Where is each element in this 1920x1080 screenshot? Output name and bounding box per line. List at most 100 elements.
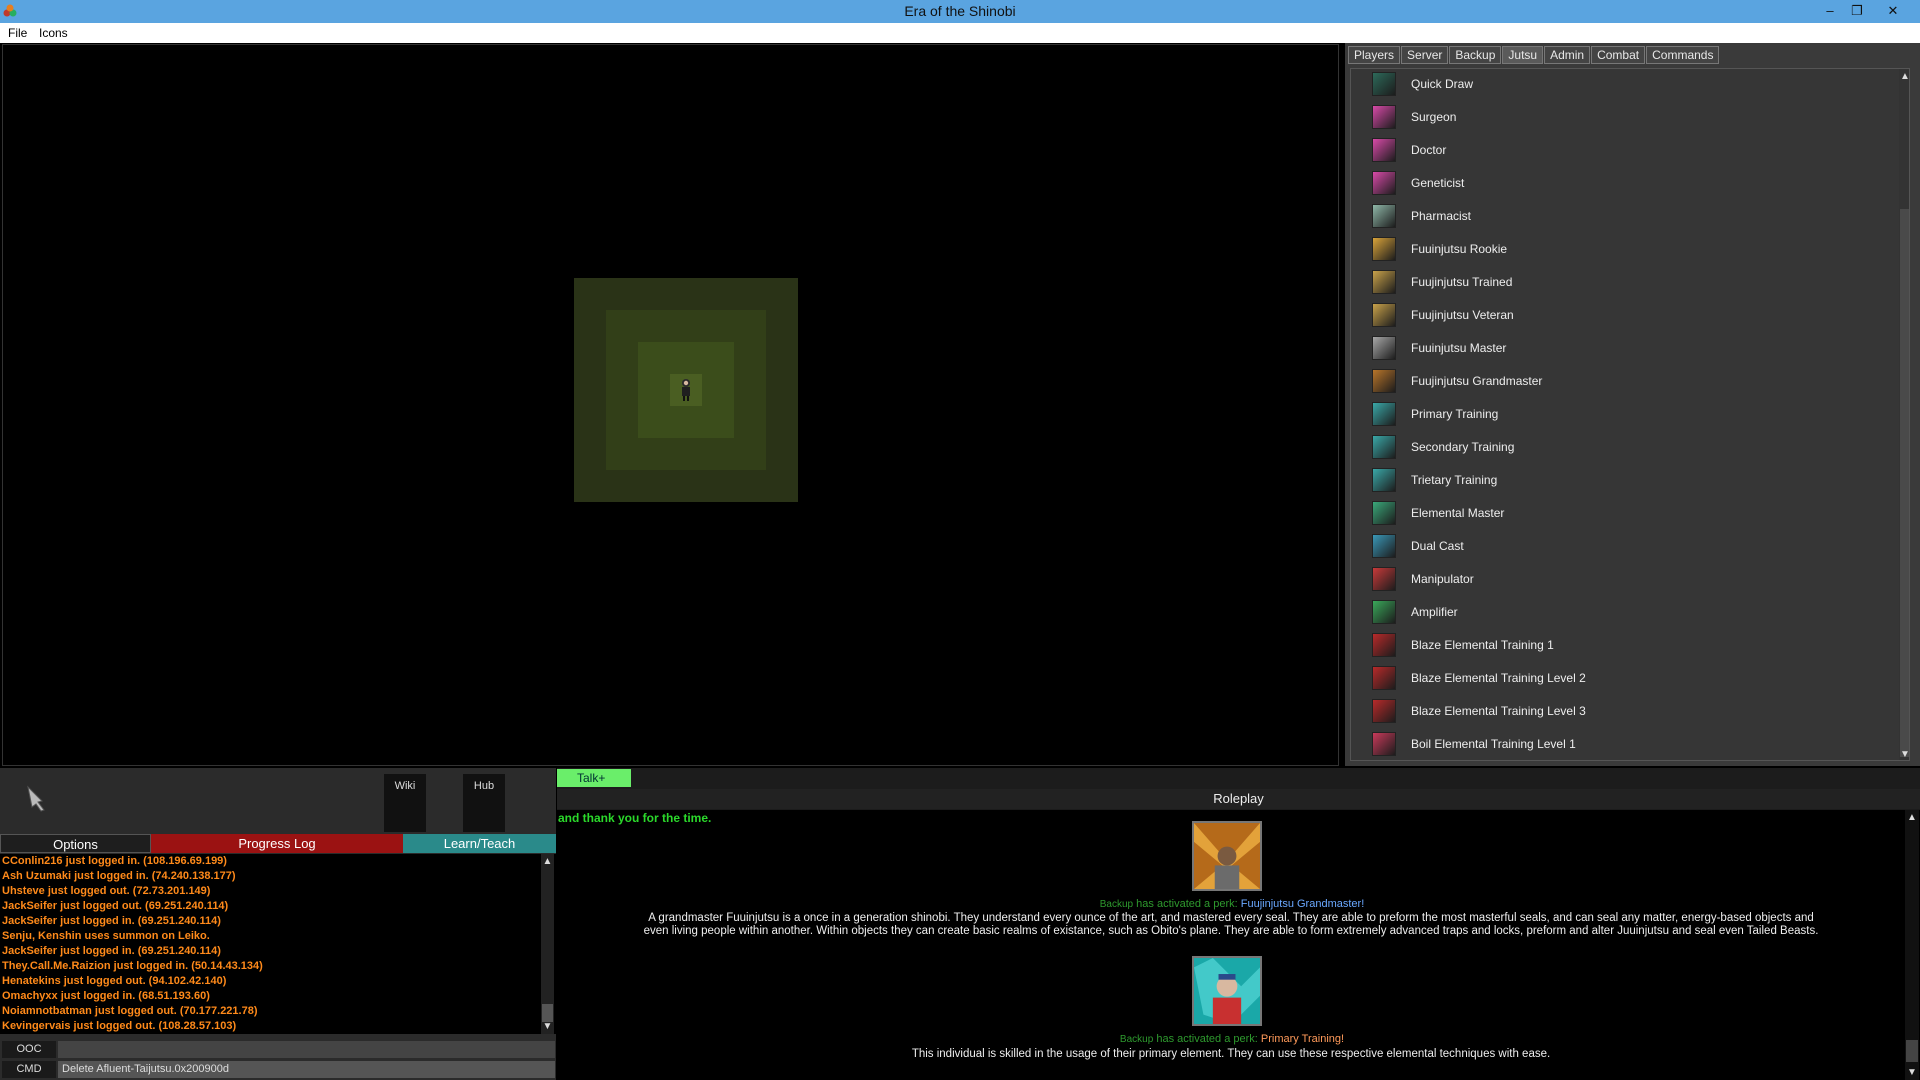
jutsu-scrollbar[interactable]: ▲ ▼ bbox=[1899, 69, 1909, 760]
jutsu-item[interactable]: Blaze Elemental Training 1 bbox=[1351, 630, 1896, 663]
jutsu-item[interactable]: Geneticist bbox=[1351, 168, 1896, 201]
roleplay-scrollbar[interactable]: ▲ ▼ bbox=[1905, 810, 1919, 1080]
jutsu-item[interactable]: Manipulator bbox=[1351, 564, 1896, 597]
jutsu-icon bbox=[1372, 633, 1396, 657]
scroll-thumb[interactable] bbox=[1900, 209, 1909, 757]
jutsu-item[interactable]: Fuujinjutsu Grandmaster bbox=[1351, 366, 1896, 399]
game-map-view[interactable] bbox=[2, 44, 1339, 766]
tab-combat[interactable]: Combat bbox=[1591, 46, 1646, 64]
tab-jutsu[interactable]: Jutsu bbox=[1502, 46, 1544, 64]
player-character-icon[interactable] bbox=[677, 378, 695, 402]
jutsu-label: Fuujinjutsu Veteran bbox=[1411, 308, 1514, 322]
jutsu-icon bbox=[1372, 270, 1396, 294]
scroll-up-icon[interactable]: ▲ bbox=[541, 856, 554, 867]
jutsu-list: Quick Draw Surgeon Doctor Geneticist Pharmac… bbox=[1350, 68, 1910, 761]
scroll-thumb[interactable] bbox=[1906, 1040, 1918, 1062]
cmd-row: CMD Delete Afluent-Taijutsu.0x200900d bbox=[0, 1060, 556, 1079]
tab-progress-log[interactable]: Progress Log bbox=[151, 834, 403, 853]
hub-button[interactable]: Hub bbox=[463, 774, 505, 832]
scroll-down-icon[interactable]: ▼ bbox=[1905, 1067, 1919, 1078]
jutsu-icon bbox=[1372, 72, 1396, 96]
menu-icons[interactable]: Icons bbox=[39, 26, 68, 40]
perk-activated: has activated a perk: bbox=[1156, 1033, 1258, 1045]
jutsu-item[interactable]: Blaze Elemental Training Level 2 bbox=[1351, 663, 1896, 696]
tab-options[interactable]: Options bbox=[0, 834, 151, 853]
jutsu-item[interactable]: Trietary Training bbox=[1351, 465, 1896, 498]
jutsu-item[interactable]: Surgeon bbox=[1351, 102, 1896, 135]
tab-commands[interactable]: Commands bbox=[1646, 46, 1720, 64]
perk-message: Backup has activated a perk: Fuujinjutsu… bbox=[557, 898, 1907, 910]
log-line: JackSeifer just logged in. (69.251.240.1… bbox=[2, 945, 221, 957]
tab-learn-teach[interactable]: Learn/Teach bbox=[403, 834, 556, 853]
jutsu-label: Fuujinjutsu Grandmaster bbox=[1411, 374, 1543, 388]
jutsu-item[interactable]: Elemental Master bbox=[1351, 498, 1896, 531]
jutsu-item[interactable]: Secondary Training bbox=[1351, 432, 1896, 465]
scroll-down-icon[interactable]: ▼ bbox=[1899, 749, 1909, 760]
log-line: JackSeifer just logged in. (69.251.240.1… bbox=[2, 915, 221, 927]
jutsu-icon bbox=[1372, 138, 1396, 162]
jutsu-item[interactable]: Fuuinjutsu Rookie bbox=[1351, 234, 1896, 267]
cmd-label[interactable]: CMD bbox=[2, 1061, 56, 1078]
perk-description: even living people within another. Withi… bbox=[643, 925, 1819, 937]
jutsu-icon bbox=[1372, 402, 1396, 426]
jutsu-label: Blaze Elemental Training 1 bbox=[1411, 638, 1554, 652]
log-line: Kevingervais just logged out. (108.28.57… bbox=[2, 1020, 237, 1032]
talk-button[interactable]: Talk+ bbox=[557, 769, 631, 787]
jutsu-icon bbox=[1372, 204, 1396, 228]
wiki-label: Wiki bbox=[394, 780, 416, 792]
scroll-thumb[interactable] bbox=[542, 1004, 553, 1022]
jutsu-item[interactable]: Fuujinjutsu Veteran bbox=[1351, 300, 1896, 333]
pointer-hand-icon[interactable] bbox=[22, 783, 52, 813]
menu-file[interactable]: File bbox=[8, 26, 27, 40]
perk-description: A grandmaster Fuuinjutsu is a once in a … bbox=[648, 912, 1814, 924]
tab-server[interactable]: Server bbox=[1401, 46, 1449, 64]
jutsu-item[interactable]: Boil Elemental Training Level 1 bbox=[1351, 729, 1896, 760]
tab-admin[interactable]: Admin bbox=[1544, 46, 1591, 64]
jutsu-label: Fuujinjutsu Trained bbox=[1411, 275, 1513, 289]
roleplay-header: Roleplay bbox=[557, 789, 1920, 809]
restore-button[interactable]: ❐ bbox=[1842, 0, 1872, 23]
close-button[interactable]: ✕ bbox=[1878, 0, 1908, 23]
jutsu-icon bbox=[1372, 666, 1396, 690]
minimize-button[interactable]: – bbox=[1815, 0, 1845, 23]
wiki-button[interactable]: Wiki bbox=[384, 774, 426, 832]
jutsu-icon bbox=[1372, 303, 1396, 327]
jutsu-label: Boil Elemental Training Level 1 bbox=[1411, 737, 1576, 751]
ooc-input[interactable] bbox=[58, 1041, 555, 1058]
jutsu-icon bbox=[1372, 501, 1396, 525]
jutsu-icon bbox=[1372, 600, 1396, 624]
jutsu-icon bbox=[1372, 435, 1396, 459]
jutsu-label: Amplifier bbox=[1411, 605, 1458, 619]
jutsu-icon bbox=[1372, 171, 1396, 195]
jutsu-item[interactable]: Amplifier bbox=[1351, 597, 1896, 630]
tab-players[interactable]: Players bbox=[1348, 46, 1401, 64]
jutsu-label: Fuuinjutsu Master bbox=[1411, 341, 1507, 355]
jutsu-item[interactable]: Pharmacist bbox=[1351, 201, 1896, 234]
jutsu-icon bbox=[1372, 534, 1396, 558]
scroll-up-icon[interactable]: ▲ bbox=[1905, 812, 1919, 823]
scroll-up-icon[interactable]: ▲ bbox=[1899, 71, 1909, 82]
perk-description: This individual is skilled in the usage … bbox=[911, 1048, 1551, 1060]
jutsu-label: Surgeon bbox=[1411, 110, 1457, 124]
jutsu-item[interactable]: Blaze Elemental Training Level 3 bbox=[1351, 696, 1896, 729]
jutsu-item[interactable]: Quick Draw bbox=[1351, 69, 1896, 102]
log-scrollbar[interactable]: ▲ ▼ bbox=[541, 854, 554, 1034]
jutsu-item[interactable]: Doctor bbox=[1351, 135, 1896, 168]
perk-activated: has activated a perk: bbox=[1136, 898, 1238, 910]
tab-backup[interactable]: Backup bbox=[1449, 46, 1502, 64]
scroll-down-icon[interactable]: ▼ bbox=[541, 1021, 554, 1032]
cmd-input[interactable]: Delete Afluent-Taijutsu.0x200900d bbox=[58, 1061, 555, 1078]
jutsu-item[interactable]: Primary Training bbox=[1351, 399, 1896, 432]
jutsu-item[interactable]: Dual Cast bbox=[1351, 531, 1896, 564]
side-panel: Players Server Backup Jutsu Admin Combat… bbox=[1345, 43, 1920, 766]
jutsu-item[interactable]: Fuuinjutsu Master bbox=[1351, 333, 1896, 366]
ooc-label[interactable]: OOC bbox=[2, 1041, 56, 1058]
perk-name: Primary Training! bbox=[1260, 1033, 1345, 1045]
log-line: JackSeifer just logged out. (69.251.240.… bbox=[2, 900, 229, 912]
jutsu-label: Geneticist bbox=[1411, 176, 1465, 190]
jutsu-label: Trietary Training bbox=[1411, 473, 1498, 487]
jutsu-item[interactable]: Fuujinjutsu Trained bbox=[1351, 267, 1896, 300]
roleplay-log: and thank you for the time. Backup has a… bbox=[557, 810, 1920, 1080]
jutsu-icon bbox=[1372, 237, 1396, 261]
grandmaster-portrait-icon bbox=[1192, 821, 1262, 891]
